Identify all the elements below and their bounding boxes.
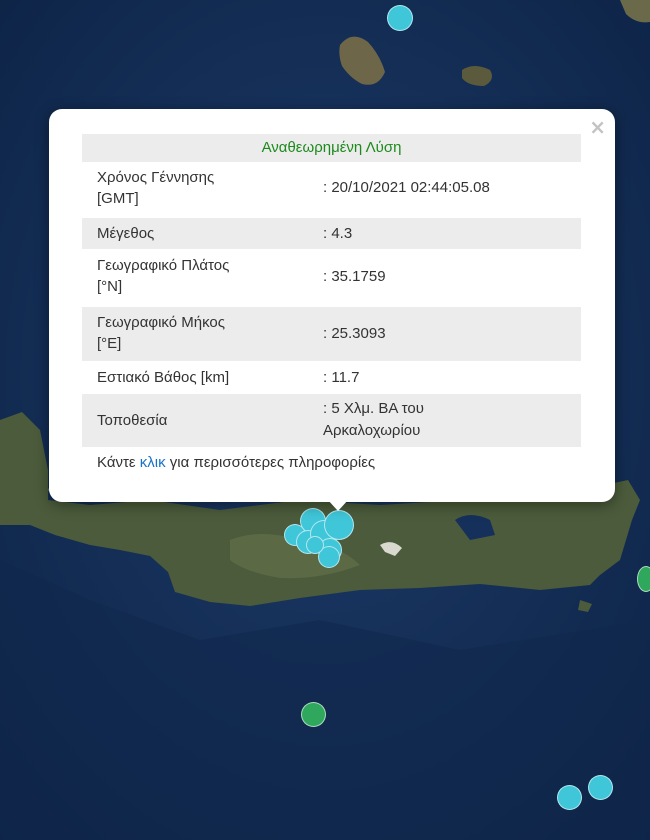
info-value: : 11.7 (323, 369, 360, 386)
more-info-suffix: για περισσότερες πληροφορίες (165, 454, 376, 471)
earthquake-marker[interactable] (387, 5, 413, 31)
info-value-cont: Αρκαλοχωρίου (323, 422, 421, 439)
info-row-origin-time: Χρόνος Γέννησης [GMT] : 20/10/2021 02:44… (82, 162, 581, 214)
earthquake-marker[interactable] (588, 775, 613, 800)
earthquake-info-popup: × Αναθεωρημένη Λύση Χρόνος Γέννησης [GMT… (49, 109, 615, 502)
info-label: Γεωγραφικό Πλάτος (97, 257, 230, 274)
earthquake-marker[interactable] (324, 510, 354, 540)
info-label: Τοποθεσία (97, 412, 168, 429)
info-label-unit: [GMT] (97, 190, 139, 207)
popup-title: Αναθεωρημένη Λύση (82, 134, 581, 162)
info-value: : 25.3093 (323, 325, 386, 342)
info-label: Εστιακό Βάθος [km] (97, 369, 230, 386)
info-label-unit: [°N] (97, 278, 123, 295)
earthquake-marker[interactable] (306, 536, 324, 554)
close-icon[interactable]: × (589, 116, 606, 138)
earthquake-marker[interactable] (301, 702, 326, 727)
info-row-location: Τοποθεσία : 5 Χλμ. ΒΑ του Αρκαλοχωρίου (82, 394, 581, 447)
info-label: Γεωγραφικό Μήκος (97, 314, 225, 331)
earthquake-marker[interactable] (637, 566, 650, 592)
more-info-link[interactable]: κλικ (140, 454, 166, 471)
info-label: Μέγεθος (97, 225, 155, 242)
info-label-unit: [°E] (97, 335, 122, 352)
info-value: : 35.1759 (323, 268, 386, 285)
info-value: : 20/10/2021 02:44:05.08 (323, 179, 490, 196)
info-row-longitude: Γεωγραφικό Μήκος [°E] : 25.3093 (82, 307, 581, 361)
popup-tip (327, 499, 349, 511)
info-label: Χρόνος Γέννησης (97, 169, 215, 186)
more-info-text: Κάντε κλικ για περισσότερες πληροφορίες (97, 451, 375, 475)
info-row-magnitude: Μέγεθος : 4.3 (82, 218, 581, 249)
map-view[interactable]: × Αναθεωρημένη Λύση Χρόνος Γέννησης [GMT… (0, 0, 650, 840)
info-row-depth: Εστιακό Βάθος [km] : 11.7 (82, 363, 581, 393)
info-value: : 5 Χλμ. ΒΑ του (323, 400, 424, 417)
earthquake-marker[interactable] (557, 785, 582, 810)
info-row-latitude: Γεωγραφικό Πλάτος [°N] : 35.1759 (82, 250, 581, 304)
more-info-prefix: Κάντε (97, 454, 140, 471)
info-value: : 4.3 (323, 225, 353, 242)
